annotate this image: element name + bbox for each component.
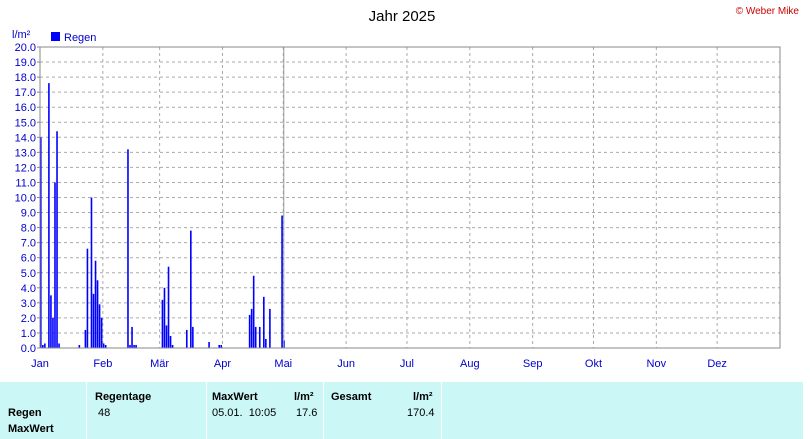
rain-bar — [131, 326, 133, 348]
rain-bar — [169, 335, 172, 348]
rain-bar — [96, 280, 99, 348]
month-label: Feb — [93, 358, 112, 370]
y-tick-label: 0.0 — [21, 343, 36, 355]
month-label: Nov — [647, 358, 667, 370]
y-tick-label: 11.0 — [15, 177, 36, 189]
rain-chart: Jahr 2025 © Weber Mike l/m² Regen 0.0 1.0… — [12, 6, 800, 370]
y-tick-label: 15.0 — [15, 117, 36, 129]
gesamt-value: 170.4 — [407, 407, 435, 419]
y-tick-label: 2.0 — [21, 313, 36, 325]
y-tick-label: 14.0 — [15, 132, 36, 144]
month-label: Jun — [337, 358, 355, 370]
rain-bar — [102, 343, 105, 348]
rain-bar — [269, 308, 271, 348]
y-tick-label: 20.0 — [15, 42, 36, 54]
x-axis-months: Jan Feb Mär Apr Mai Jun Jul Aug Sep Okt Nov Dez — [31, 358, 727, 370]
rain-bar — [281, 215, 283, 348]
statistics-panel: Regen MaxWert Regentage 48 MaxWert l/m² … — [0, 382, 803, 439]
rain-bar — [265, 338, 267, 348]
rain-bar — [161, 299, 164, 348]
rain-bar — [192, 326, 194, 348]
y-axis-ticks: 0.0 1.0 2.0 3.0 4.0 5.0 6.0 7.0 8.0 9.0 10.0 11.0 12… — [15, 42, 40, 355]
maxwert-value: 17.6 — [296, 407, 318, 419]
y-tick-label: 18.0 — [15, 72, 36, 84]
y-tick-label: 19.0 — [15, 57, 36, 69]
rain-bar — [167, 266, 170, 348]
y-tick-label: 16.0 — [15, 102, 36, 114]
rain-bar — [250, 308, 253, 348]
month-label: Dez — [707, 358, 727, 370]
legend-swatch — [51, 32, 60, 41]
y-tick-label: 13.0 — [15, 147, 36, 159]
y-tick-label: 17.0 — [15, 87, 36, 99]
rain-bar — [254, 326, 257, 348]
y-axis-unit-label: l/m² — [12, 29, 31, 41]
rain-bar — [185, 329, 188, 348]
gesamt-unit: l/m² — [413, 391, 433, 403]
month-label: Apr — [214, 358, 231, 370]
y-tick-label: 6.0 — [21, 253, 36, 265]
rain-bar — [208, 341, 210, 348]
rain-bar — [163, 287, 166, 348]
rain-bar — [48, 83, 50, 349]
month-label: Mai — [274, 358, 292, 370]
maxwert-unit: l/m² — [294, 391, 314, 403]
rain-bar — [52, 317, 54, 348]
rain-bar — [98, 304, 101, 348]
legend: Regen — [51, 32, 96, 44]
y-tick-label: 9.0 — [21, 208, 36, 220]
copyright-label: © Weber Mike — [736, 6, 800, 17]
rain-bar — [58, 343, 60, 348]
rain-bar — [165, 325, 168, 348]
legend-label: Regen — [64, 32, 96, 44]
y-tick-label: 1.0 — [21, 328, 36, 340]
y-tick-label: 5.0 — [21, 268, 36, 280]
row-label-regen: Regen — [8, 407, 42, 419]
rain-bar — [84, 329, 87, 348]
regentage-header: Regentage — [95, 391, 152, 403]
y-tick-label: 4.0 — [21, 283, 36, 295]
y-tick-label: 3.0 — [21, 298, 36, 310]
rain-bar — [100, 317, 103, 348]
rain-bar — [190, 230, 192, 348]
month-label: Jul — [400, 358, 414, 370]
month-label: Jan — [31, 358, 49, 370]
rain-bar — [252, 275, 255, 348]
maxwert-date: 05.01. 10:05 — [212, 407, 277, 419]
y-tick-label: 10.0 — [15, 193, 36, 205]
row-label-maxwert: MaxWert — [8, 423, 54, 435]
month-label: Aug — [460, 358, 480, 370]
rain-bar — [92, 293, 95, 348]
rain-bar — [127, 149, 129, 348]
month-label: Mär — [150, 358, 169, 370]
rain-bar — [263, 296, 265, 348]
month-label: Sep — [523, 358, 543, 370]
rain-bar — [56, 131, 58, 348]
month-label: Okt — [585, 358, 602, 370]
regentage-value: 48 — [98, 407, 111, 419]
chart-title: Jahr 2025 — [369, 8, 436, 25]
y-tick-label: 7.0 — [21, 238, 36, 250]
rain-bar — [94, 260, 97, 348]
rain-bar — [44, 343, 46, 348]
gesamt-header: Gesamt — [331, 391, 372, 403]
rain-bar — [86, 248, 89, 348]
y-tick-label: 8.0 — [21, 223, 36, 235]
rain-bar — [54, 182, 56, 348]
rain-bar — [50, 295, 52, 348]
rain-bar — [248, 314, 251, 348]
maxwert-header: MaxWert — [212, 391, 258, 403]
rain-bar — [258, 326, 261, 348]
y-tick-label: 12.0 — [15, 162, 36, 174]
rain-bar — [90, 197, 93, 348]
